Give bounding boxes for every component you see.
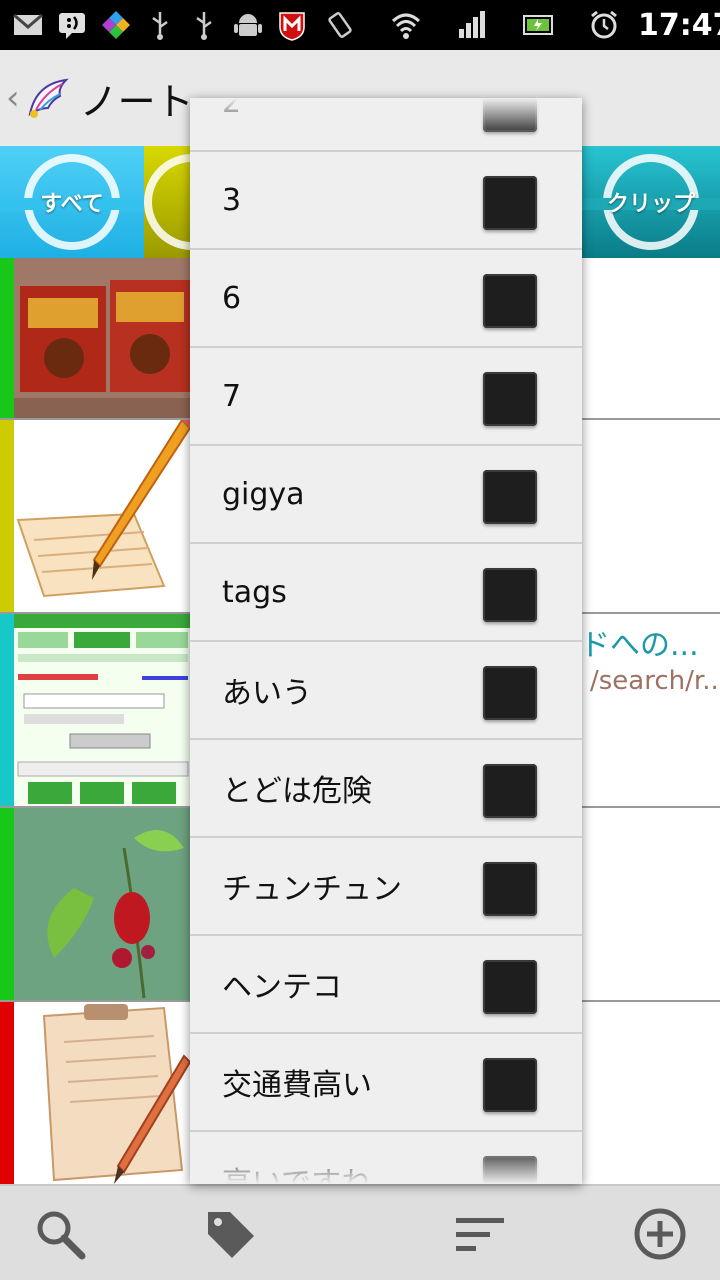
tag-label: gigya <box>222 476 305 512</box>
add-icon <box>634 1208 686 1260</box>
tag-label: 7 <box>222 378 242 414</box>
usb-icon <box>188 5 220 45</box>
tile-all[interactable]: すべて <box>0 146 144 258</box>
tag-label: 6 <box>222 280 242 316</box>
tag-checkbox[interactable] <box>483 1156 537 1184</box>
tag-item[interactable]: チュンチュン <box>190 838 582 936</box>
tag-item[interactable]: 高いですね <box>190 1132 582 1184</box>
tag-checkbox[interactable] <box>483 1058 537 1112</box>
bottom-bar <box>0 1184 720 1280</box>
wifi-icon <box>386 5 426 45</box>
alarm-icon <box>584 5 624 45</box>
tag-checkbox[interactable] <box>483 960 537 1014</box>
notification-icon <box>56 5 88 45</box>
color-stripe <box>0 614 14 806</box>
app-icon <box>100 5 132 45</box>
tile-label: クリップ <box>606 192 695 217</box>
page-title: ノート <box>79 79 194 124</box>
tag-label: 高いですね <box>222 1166 372 1184</box>
tag-checkbox[interactable] <box>483 176 537 230</box>
note-url: /search/r... <box>590 666 720 696</box>
tag-label: ヘンテコ <box>222 970 342 1005</box>
tag-icon <box>208 1212 254 1258</box>
tag-item[interactable]: あいう <box>190 642 582 740</box>
tag-label: とどは危険 <box>222 774 372 809</box>
ring-icon <box>144 154 190 250</box>
tile-label: すべて <box>40 192 104 217</box>
tile-clip[interactable]: クリップ <box>582 146 720 258</box>
tag-item[interactable]: ヘンテコ <box>190 936 582 1034</box>
tag-item[interactable]: 6 <box>190 250 582 348</box>
gmail-icon <box>12 5 44 45</box>
wing-logo-icon[interactable] <box>22 74 70 122</box>
note-thumbnail <box>14 1002 192 1186</box>
color-stripe <box>0 808 14 1000</box>
search-button[interactable] <box>30 1204 90 1264</box>
tag-item[interactable]: 3 <box>190 152 582 250</box>
color-stripe <box>0 1002 14 1186</box>
note-thumbnail <box>14 420 192 612</box>
search-icon <box>37 1211 86 1260</box>
tag-checkbox[interactable] <box>483 568 537 622</box>
tag-checkbox[interactable] <box>483 470 537 524</box>
tag-checkbox[interactable] <box>483 274 537 328</box>
tag-label: チュンチュン <box>222 872 402 907</box>
note-thumbnail <box>14 258 192 418</box>
tag-label: tags <box>222 574 287 610</box>
tag-label: あいう <box>222 676 312 711</box>
tag-item[interactable]: 7 <box>190 348 582 446</box>
clock: 17:47 <box>638 7 720 43</box>
usb-icon <box>144 5 176 45</box>
tag-button[interactable] <box>200 1204 260 1264</box>
add-button[interactable] <box>630 1204 690 1264</box>
color-stripe <box>0 258 14 418</box>
tag-checkbox[interactable] <box>483 764 537 818</box>
sort-button[interactable] <box>450 1204 510 1264</box>
tag-item[interactable]: 交通費高い <box>190 1034 582 1132</box>
mcafee-icon <box>276 5 308 45</box>
tag-item[interactable]: 2 <box>190 98 582 152</box>
note-thumbnail <box>14 808 192 1000</box>
tag-label: 交通費高い <box>222 1068 372 1103</box>
tag-label: 2 <box>222 98 242 120</box>
tag-checkbox[interactable] <box>483 372 537 426</box>
tag-checkbox[interactable] <box>483 98 537 132</box>
up-caret-icon[interactable]: ‹ <box>6 78 20 118</box>
signal-icon <box>452 5 492 45</box>
tag-item[interactable]: tags <box>190 544 582 642</box>
tag-item[interactable]: とどは危険 <box>190 740 582 838</box>
tag-item[interactable]: gigya <box>190 446 582 544</box>
status-bar: 17:47 <box>0 0 720 50</box>
color-stripe <box>0 420 14 612</box>
note-thumbnail <box>14 614 192 806</box>
tag-label: 3 <box>222 182 242 218</box>
note-title: ドへの... <box>580 628 699 663</box>
android-debug-icon <box>232 5 264 45</box>
vibrate-icon <box>320 5 360 45</box>
tag-checkbox[interactable] <box>483 862 537 916</box>
tag-checkbox[interactable] <box>483 666 537 720</box>
tile-category[interactable] <box>144 146 190 258</box>
tag-filter-dropdown[interactable]: 2 3 6 7 gigya tags あいう とどは危険 チュンチュン ヘンテコ… <box>190 98 582 1184</box>
sort-icon <box>456 1218 504 1251</box>
battery-icon <box>518 5 558 45</box>
